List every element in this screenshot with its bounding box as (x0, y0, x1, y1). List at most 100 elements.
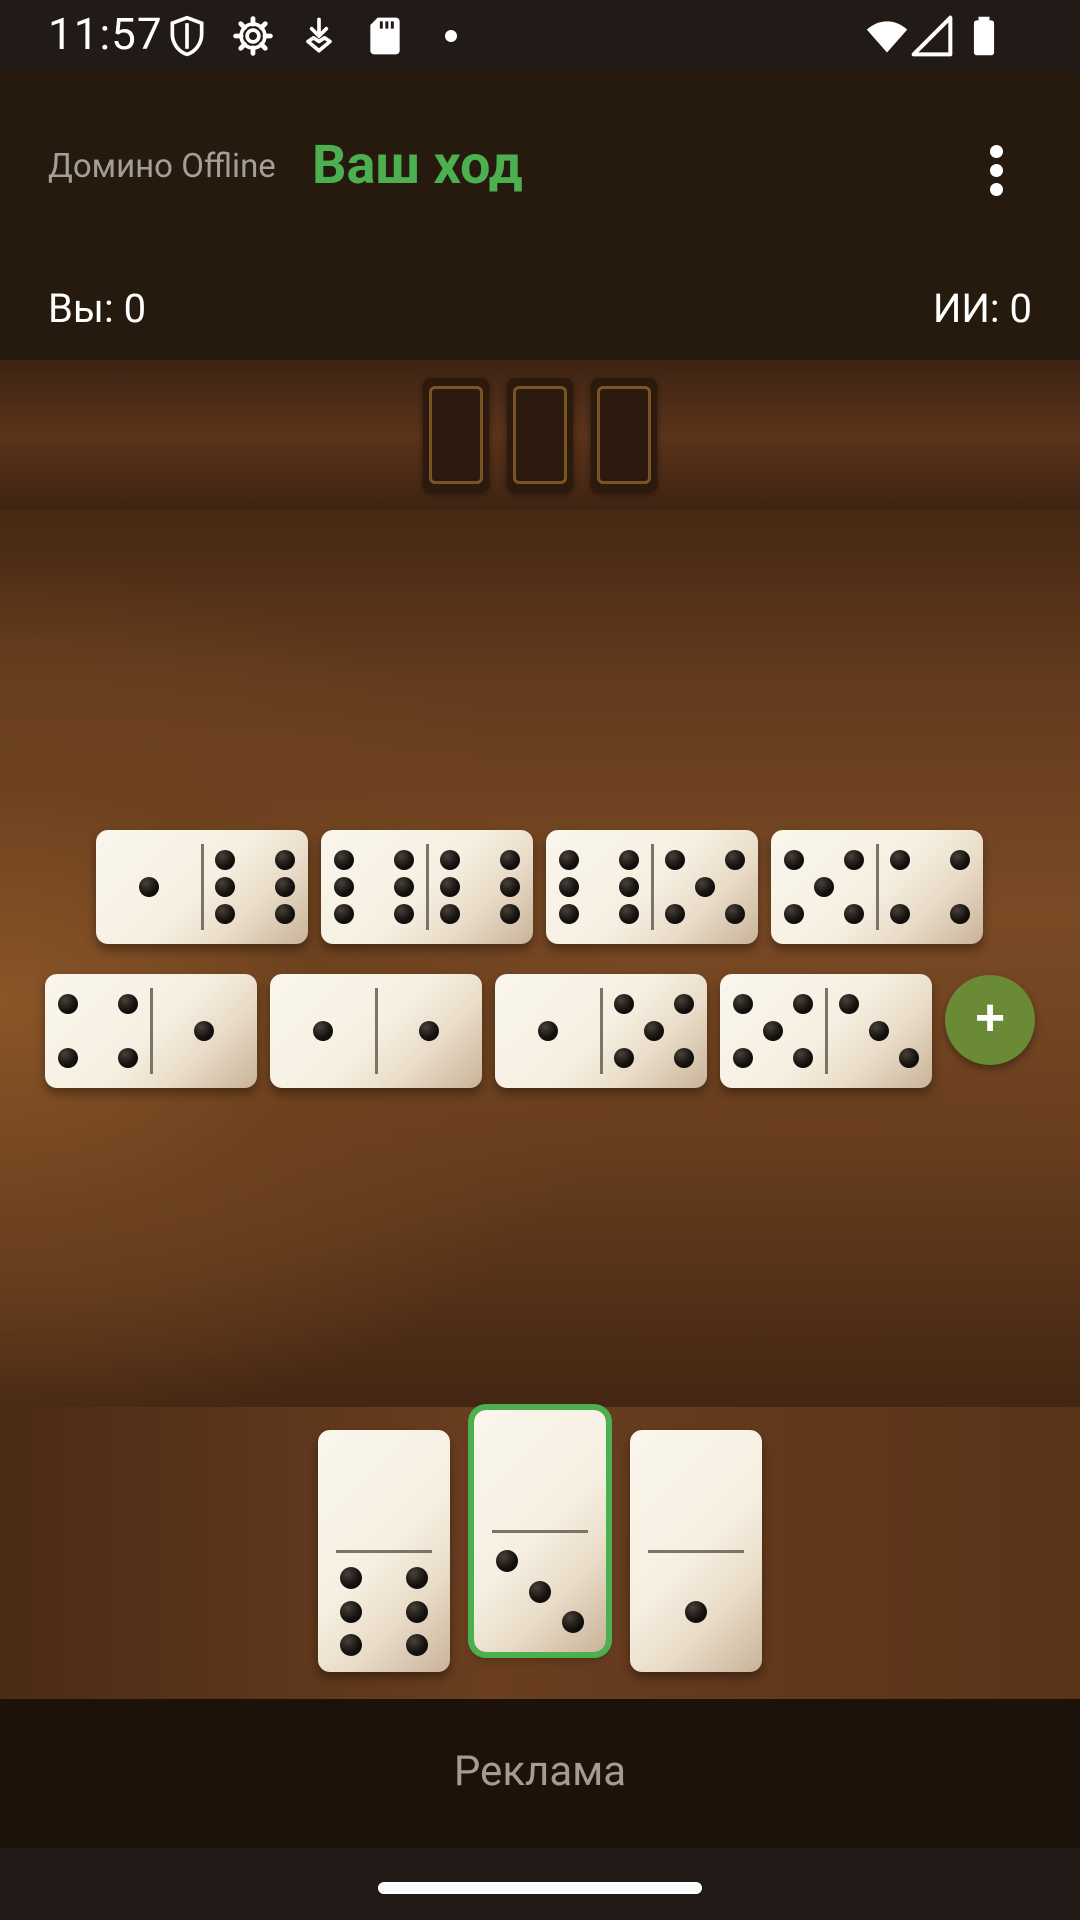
pip (843, 904, 864, 925)
pip (340, 1600, 362, 1623)
domino-half-5 (652, 830, 758, 944)
domino-half-5 (720, 974, 826, 1088)
download-icon (306, 17, 332, 53)
game-screen: 11:57 Домино Offline Ваш ход Вы: 0 ИИ: 0… (0, 0, 1080, 1920)
pip (215, 849, 236, 870)
pip (499, 904, 520, 925)
game-table (0, 510, 1080, 1407)
pip (274, 849, 295, 870)
pip (406, 1566, 428, 1589)
hidden-domino (591, 378, 657, 492)
notification-dot (445, 30, 457, 42)
signal-icon (911, 15, 953, 57)
more-options-button[interactable] (966, 130, 1026, 210)
hand-domino[interactable] (630, 1430, 762, 1672)
plus-icon: + (974, 989, 1006, 1047)
pip (890, 904, 911, 925)
pip (784, 849, 805, 870)
pip (313, 1021, 333, 1041)
pip (58, 1048, 79, 1069)
pip (695, 877, 715, 897)
pip (733, 993, 754, 1014)
pip (559, 877, 580, 897)
pip (406, 1634, 428, 1657)
pip (334, 904, 355, 925)
domino-half-0 (474, 1410, 606, 1531)
pip (194, 1021, 214, 1041)
player-score: Вы: 0 (48, 285, 147, 332)
pip (949, 849, 970, 870)
board-domino (45, 974, 257, 1088)
pip (618, 849, 639, 870)
pip (215, 877, 236, 897)
pip (499, 849, 520, 870)
pip (393, 849, 414, 870)
pip (334, 849, 355, 870)
pip (215, 904, 236, 925)
wifi-icon (866, 21, 908, 53)
pip (665, 849, 686, 870)
pip (869, 1021, 889, 1041)
pip (274, 904, 295, 925)
domino-half-1 (376, 974, 482, 1088)
pip (496, 1550, 518, 1573)
hand-domino[interactable] (468, 1404, 612, 1658)
domino-half-1 (151, 974, 257, 1088)
more-vertical-icon-dot (990, 183, 1003, 196)
pip (340, 1566, 362, 1589)
more-vertical-icon-dot (990, 164, 1003, 177)
pip (614, 1048, 635, 1069)
shield-icon (170, 15, 204, 57)
domino-half-3 (474, 1531, 606, 1652)
pip (733, 1048, 754, 1069)
pip (839, 993, 860, 1014)
pip (898, 1048, 919, 1069)
sd-card-icon (370, 17, 400, 55)
domino-half-6 (202, 830, 308, 944)
board-domino (771, 830, 983, 944)
hand-domino[interactable] (318, 1430, 450, 1672)
pip (673, 993, 694, 1014)
pip (274, 877, 295, 897)
ad-label: Реклама (453, 1747, 627, 1796)
ad-banner[interactable]: Реклама (0, 1699, 1080, 1848)
domino-half-6 (546, 830, 652, 944)
settings-icon (233, 16, 273, 56)
hidden-domino (507, 378, 573, 492)
domino-half-1 (630, 1551, 762, 1672)
pip (499, 877, 520, 897)
pip (419, 1021, 439, 1041)
opponent-hand (0, 360, 1080, 510)
pip (673, 1048, 694, 1069)
pip (559, 904, 580, 925)
pip (618, 877, 639, 897)
pip (334, 877, 355, 897)
board-domino (546, 830, 758, 944)
top-app-bar: Домино Offline Ваш ход Вы: 0 ИИ: 0 (0, 72, 1080, 360)
domino-half-3 (826, 974, 932, 1088)
domino-half-4 (877, 830, 983, 944)
domino-half-0 (630, 1430, 762, 1551)
domino-half-1 (270, 974, 376, 1088)
pip (792, 993, 813, 1014)
pip (440, 904, 461, 925)
pip (614, 993, 635, 1014)
domino-half-5 (601, 974, 707, 1088)
pip (440, 849, 461, 870)
ai-score: ИИ: 0 (932, 285, 1032, 332)
pip (792, 1048, 813, 1069)
pip (949, 904, 970, 925)
pip (562, 1610, 584, 1633)
pip (393, 904, 414, 925)
turn-indicator: Ваш ход (312, 134, 523, 197)
domino-half-0 (318, 1430, 450, 1551)
pip (685, 1600, 707, 1623)
pip (393, 877, 414, 897)
pip (763, 1021, 783, 1041)
board-domino (270, 974, 482, 1088)
navigation-bar (0, 1848, 1080, 1920)
pip (340, 1634, 362, 1657)
home-gesture-handle[interactable] (378, 1882, 702, 1894)
draw-tile-button[interactable]: + (945, 975, 1035, 1065)
hidden-domino (423, 378, 489, 492)
